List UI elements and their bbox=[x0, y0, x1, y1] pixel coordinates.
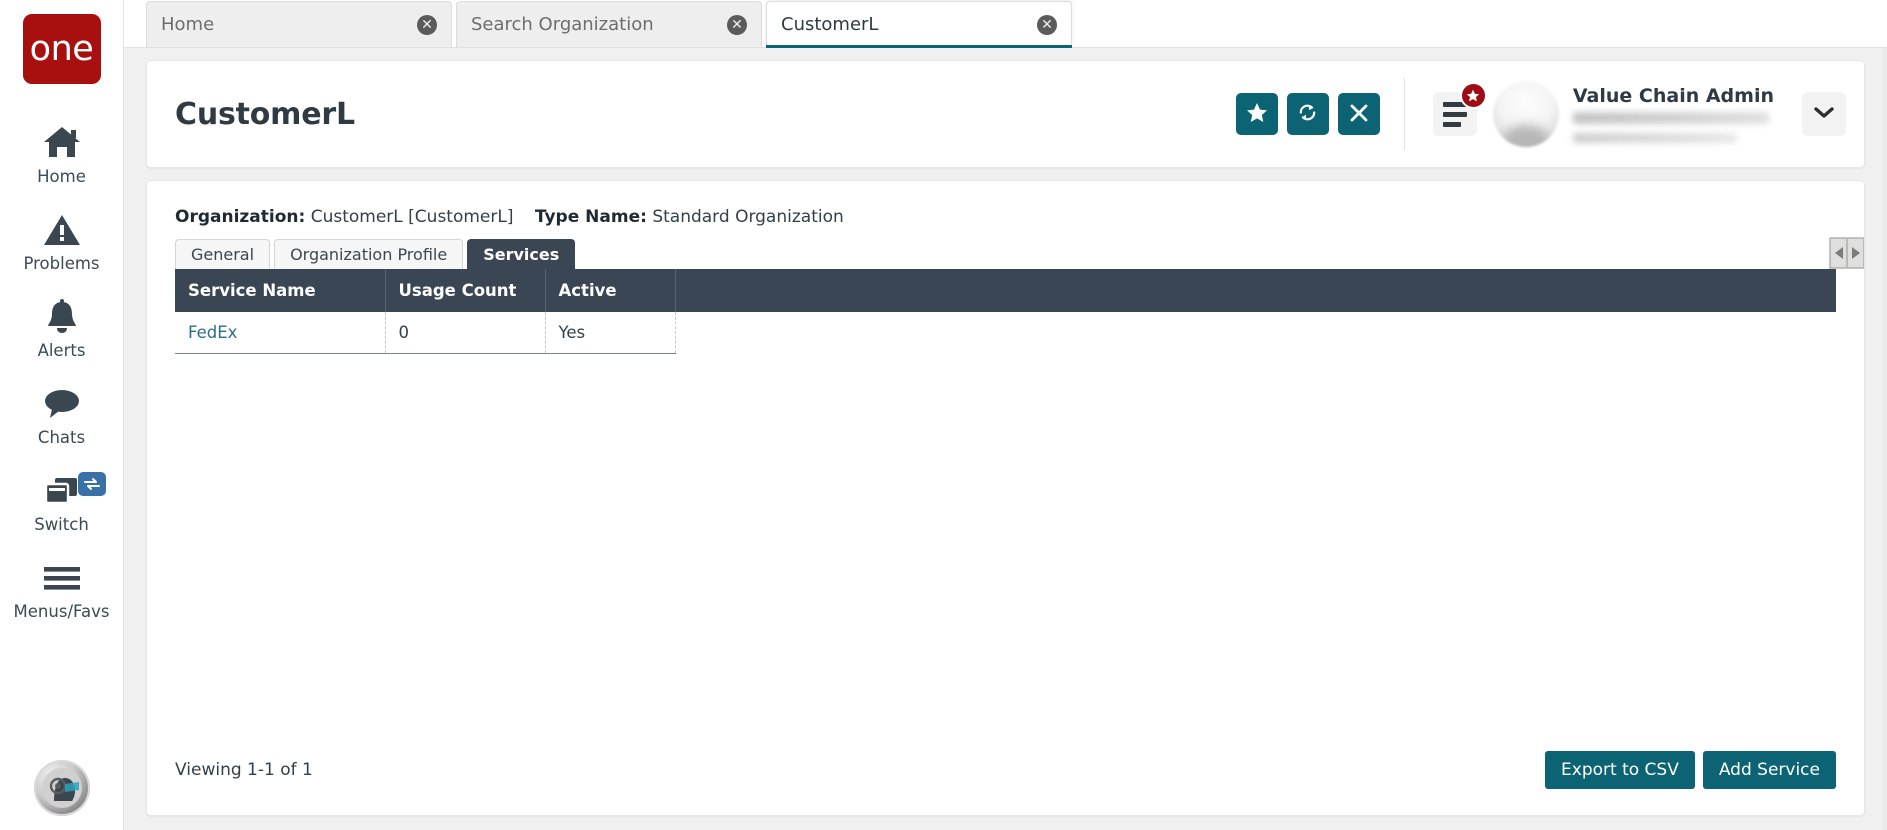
footer-buttons: Export to CSV Add Service bbox=[1545, 751, 1836, 789]
bell-icon bbox=[43, 297, 81, 337]
table-row[interactable]: FedEx 0 Yes bbox=[175, 312, 1836, 354]
tab-scroll-left-button[interactable] bbox=[1830, 238, 1847, 268]
page-scrollbar[interactable] bbox=[1882, 48, 1887, 830]
user-menu-button[interactable] bbox=[1802, 92, 1846, 136]
card-footer: Viewing 1-1 of 1 Export to CSV Add Servi… bbox=[147, 751, 1864, 815]
user-role-redacted bbox=[1572, 133, 1737, 143]
x-icon bbox=[1349, 103, 1369, 126]
close-circle-icon[interactable]: ✕ bbox=[727, 14, 747, 35]
sidebar-item-label: Chats bbox=[37, 428, 86, 447]
sidebar-item-home[interactable]: Home bbox=[0, 110, 123, 197]
swap-arrows-icon[interactable] bbox=[78, 472, 106, 496]
windows-switch-icon bbox=[42, 471, 82, 511]
workspace-tab-search-organization[interactable]: Search Organization ✕ bbox=[456, 1, 762, 47]
sidebar-item-menus-favs[interactable]: Menus/Favs bbox=[0, 545, 123, 632]
app-root: one Home Problems Alerts Chats Switch Me… bbox=[0, 0, 1887, 830]
close-button[interactable] bbox=[1337, 93, 1380, 135]
main-region: Home ✕ Search Organization ✕ CustomerL ✕… bbox=[124, 0, 1887, 830]
rail-item-list: Home Problems Alerts Chats Switch Menus/… bbox=[0, 110, 123, 632]
sidebar-item-problems[interactable]: Problems bbox=[0, 197, 123, 284]
tab-label: Organization Profile bbox=[290, 245, 448, 264]
pagination-status: Viewing 1-1 of 1 bbox=[175, 760, 313, 780]
warning-triangle-icon bbox=[42, 210, 82, 250]
close-circle-icon[interactable]: ✕ bbox=[417, 14, 437, 35]
organization-label: Organization: bbox=[175, 207, 306, 227]
chevron-down-icon bbox=[1814, 106, 1834, 122]
triangle-right-icon bbox=[1851, 247, 1860, 259]
workspace-tab-home[interactable]: Home ✕ bbox=[146, 1, 452, 47]
tab-label: General bbox=[191, 245, 255, 264]
page-title: CustomerL bbox=[175, 96, 355, 132]
cell-active: Yes bbox=[545, 312, 676, 354]
workspace-tab-customerl[interactable]: CustomerL ✕ bbox=[766, 1, 1072, 48]
avatar[interactable] bbox=[1492, 81, 1559, 147]
workspace-tab-label: Home bbox=[161, 14, 215, 35]
star-badge-icon bbox=[1459, 82, 1487, 109]
home-icon bbox=[41, 123, 83, 163]
triangle-left-icon bbox=[1834, 247, 1843, 259]
column-header-service-name[interactable]: Service Name bbox=[175, 269, 386, 312]
header-menu-wrap bbox=[1432, 82, 1487, 136]
close-circle-icon[interactable]: ✕ bbox=[1037, 14, 1057, 35]
type-name-label: Type Name: bbox=[534, 207, 647, 227]
column-header-filler bbox=[675, 269, 1836, 312]
record-summary: Organization: CustomerL [CustomerL] Type… bbox=[147, 181, 1864, 235]
refresh-button[interactable] bbox=[1286, 93, 1329, 135]
tab-organization-profile[interactable]: Organization Profile bbox=[274, 239, 464, 269]
column-header-usage-count[interactable]: Usage Count bbox=[385, 269, 546, 312]
services-table: Service Name Usage Count Active FedEx 0 bbox=[175, 269, 1836, 354]
user-name: Value Chain Admin bbox=[1572, 85, 1774, 107]
tab-scroll-controls bbox=[1829, 237, 1864, 269]
ai-assistant-avatar-icon[interactable] bbox=[33, 760, 90, 816]
left-nav-rail: one Home Problems Alerts Chats Switch Me… bbox=[0, 0, 124, 830]
sidebar-item-label: Problems bbox=[23, 254, 100, 273]
table-header-row: Service Name Usage Count Active bbox=[175, 269, 1836, 312]
chat-bubble-icon bbox=[42, 384, 82, 424]
sidebar-item-label: Home bbox=[37, 167, 86, 186]
workspace-tab-label: Search Organization bbox=[471, 14, 654, 35]
refresh-icon bbox=[1296, 101, 1319, 127]
sidebar-item-chats[interactable]: Chats bbox=[0, 371, 123, 458]
page-header-card: CustomerL Value Chain Admin bbox=[146, 60, 1865, 168]
sidebar-item-label: Menus/Favs bbox=[13, 602, 110, 621]
sidebar-item-label: Switch bbox=[34, 515, 89, 534]
services-table-wrap: Service Name Usage Count Active FedEx 0 bbox=[147, 269, 1864, 354]
cell-usage-count: 0 bbox=[385, 312, 546, 354]
table-head: Service Name Usage Count Active bbox=[175, 269, 1836, 312]
user-subtitle-redacted bbox=[1572, 112, 1769, 124]
tab-scroll-right-button[interactable] bbox=[1847, 238, 1864, 268]
table-body: FedEx 0 Yes bbox=[175, 312, 1836, 354]
tab-label: Services bbox=[483, 245, 560, 264]
column-header-active[interactable]: Active bbox=[545, 269, 676, 312]
tab-general[interactable]: General bbox=[175, 239, 271, 269]
user-meta: Value Chain Admin bbox=[1572, 85, 1774, 143]
export-to-csv-button[interactable]: Export to CSV bbox=[1545, 751, 1695, 789]
favorite-button[interactable] bbox=[1235, 93, 1278, 135]
organization-value: CustomerL [CustomerL] bbox=[310, 207, 514, 227]
content-tabs: General Organization Profile Services bbox=[147, 235, 1864, 269]
cell-filler bbox=[675, 312, 1836, 354]
app-logo[interactable]: one bbox=[22, 14, 101, 84]
header-divider bbox=[1403, 78, 1405, 150]
sidebar-item-label: Alerts bbox=[37, 341, 86, 360]
service-link-fedex[interactable]: FedEx bbox=[188, 323, 237, 342]
logo-text: one bbox=[29, 28, 94, 69]
add-service-button[interactable]: Add Service bbox=[1702, 751, 1836, 789]
content-card: Organization: CustomerL [CustomerL] Type… bbox=[146, 180, 1865, 816]
type-name-value: Standard Organization bbox=[652, 207, 844, 227]
hamburger-icon bbox=[41, 558, 83, 598]
workspace-tabstrip: Home ✕ Search Organization ✕ CustomerL ✕ bbox=[124, 0, 1887, 48]
tab-services[interactable]: Services bbox=[467, 239, 576, 269]
header-action-buttons bbox=[1235, 93, 1380, 135]
sidebar-item-alerts[interactable]: Alerts bbox=[0, 284, 123, 371]
workspace-tab-label: CustomerL bbox=[781, 14, 879, 35]
sidebar-item-switch[interactable]: Switch bbox=[0, 458, 123, 545]
star-icon bbox=[1246, 102, 1268, 126]
cell-service-name: FedEx bbox=[175, 312, 386, 354]
